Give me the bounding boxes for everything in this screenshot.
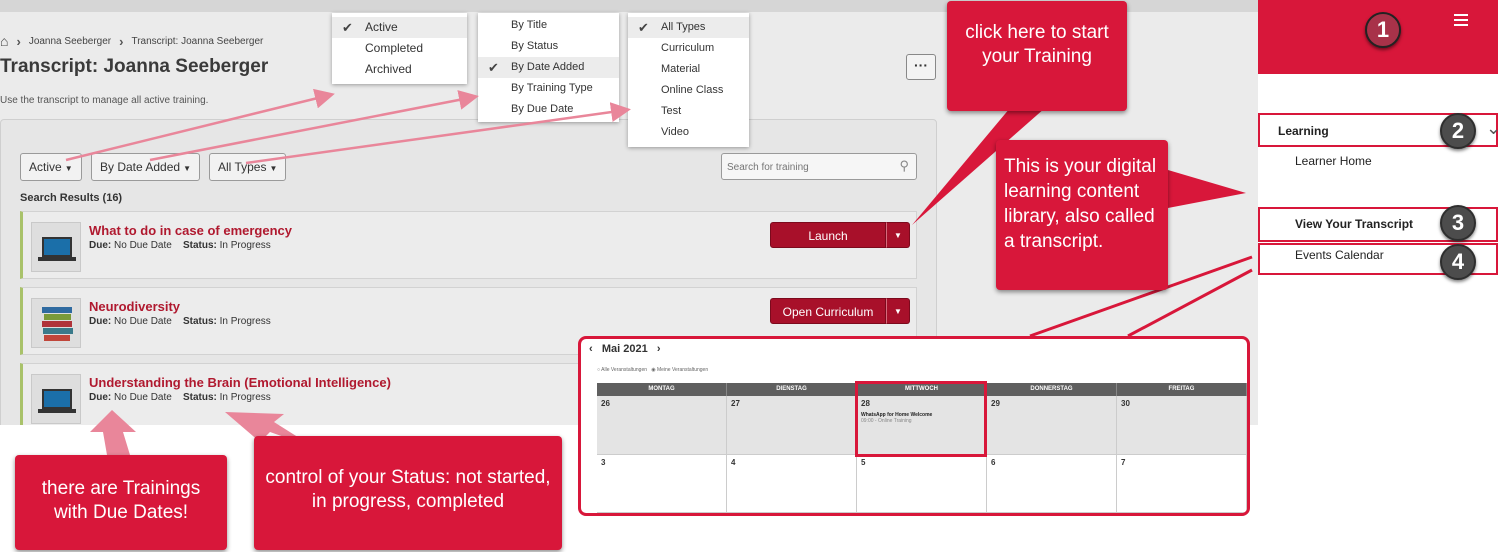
check-icon: ✔ (488, 60, 499, 75)
calendar-month: Mai 2021 (601, 343, 648, 355)
type-filter-button[interactable]: All Types ▼ (209, 153, 287, 181)
weekday-header: MONTAG (597, 383, 727, 396)
launch-group: Open Curriculum ▼ (770, 298, 910, 324)
breadcrumb-separator-icon: › (16, 33, 21, 49)
step-badge-2: 2 (1440, 113, 1476, 149)
sort-dropdown-menu: By Title By Status ✔ By Date Added By Tra… (478, 13, 619, 122)
laptop-icon (42, 237, 72, 257)
calendar-day[interactable]: 27 (727, 396, 857, 455)
menu-item-by-due-date[interactable]: By Due Date (478, 99, 619, 120)
events-calendar-preview: ‹ Mai 2021 › ○ Alle Veranstaltungen ◉ Me… (578, 336, 1250, 516)
menu-item-by-date-added[interactable]: ✔ By Date Added (478, 57, 619, 78)
menu-item-material[interactable]: Material (628, 59, 749, 80)
menu-item-video[interactable]: Video (628, 122, 749, 143)
page-description: Use the transcript to manage all active … (0, 95, 209, 106)
prev-month-icon[interactable]: ‹ (589, 343, 593, 355)
calendar-day[interactable]: 5 (857, 455, 987, 513)
weekday-header: DIENSTAG (727, 383, 857, 396)
training-thumbnail (31, 374, 81, 424)
calendar-filter: ○ Alle Veranstaltungen ◉ Meine Veranstal… (597, 367, 708, 373)
training-meta: Due: No Due Date Status: In Progress (89, 240, 271, 251)
menu-item-by-title[interactable]: By Title (478, 15, 619, 36)
training-meta: Due: No Due Date Status: In Progress (89, 316, 271, 327)
menu-item-events-calendar[interactable]: Events Calendar (1295, 248, 1384, 262)
launch-options-icon[interactable]: ▼ (886, 298, 910, 324)
menu-item-all-types[interactable]: ✔ All Types (628, 17, 749, 38)
step-badge-4: 4 (1440, 244, 1476, 280)
breadcrumb-user[interactable]: Joanna Seeberger (29, 36, 111, 47)
calendar-day[interactable]: 4 (727, 455, 857, 513)
laptop-icon (42, 389, 72, 409)
sort-filter-button[interactable]: By Date Added ▼ (91, 153, 200, 181)
navigation-menu: 1 Learning ⌄ 2 Learner Home View Your Tr… (1258, 0, 1498, 552)
check-icon: ✔ (638, 20, 649, 35)
highlight-event-day (855, 381, 987, 457)
callout-launch: click here to start your Training (947, 1, 1127, 111)
search-box: ⚲ (721, 153, 917, 181)
menu-item-active[interactable]: ✔ Active (332, 17, 467, 38)
menu-item-completed[interactable]: Completed (332, 38, 467, 59)
menu-item-test[interactable]: Test (628, 101, 749, 122)
search-icon[interactable]: ⚲ (899, 158, 909, 174)
page-title: Transcript: Joanna Seeberger (0, 56, 269, 77)
launch-group: Launch ▼ (770, 222, 910, 248)
menu-item-by-status[interactable]: By Status (478, 36, 619, 57)
laptop-base (38, 257, 76, 261)
calendar-day[interactable]: 30 (1117, 396, 1247, 455)
training-thumbnail (31, 222, 81, 272)
calendar-day[interactable]: 3 (597, 455, 727, 513)
caret-down-icon: ▼ (183, 164, 191, 173)
status-filter-label: Active (29, 160, 62, 174)
step-badge-3: 3 (1440, 205, 1476, 241)
menu-item-view-transcript[interactable]: View Your Transcript (1295, 217, 1413, 231)
check-icon: ✔ (342, 20, 353, 35)
hamburger-icon[interactable] (1454, 14, 1468, 29)
menu-item-learner-home[interactable]: Learner Home (1295, 154, 1372, 168)
launch-button[interactable]: Launch (770, 222, 886, 248)
status-filter-button[interactable]: Active ▼ (20, 153, 82, 181)
launch-options-icon[interactable]: ▼ (886, 222, 910, 248)
calendar-day[interactable]: 29 (987, 396, 1117, 455)
search-input[interactable] (722, 154, 889, 181)
calendar-header: ‹ Mai 2021 › (589, 343, 661, 355)
home-icon[interactable]: ⌂ (0, 33, 8, 49)
training-title[interactable]: Neurodiversity (89, 299, 180, 314)
menu-item-curriculum[interactable]: Curriculum (628, 38, 749, 59)
more-options-button[interactable]: ··· (906, 54, 936, 80)
breadcrumb-current: Transcript: Joanna Seeberger (131, 35, 264, 47)
step-badge-1: 1 (1365, 12, 1401, 48)
training-title[interactable]: Understanding the Brain (Emotional Intel… (89, 375, 391, 390)
menu-item-archived[interactable]: Archived (332, 59, 467, 80)
open-curriculum-button[interactable]: Open Curriculum (770, 298, 886, 324)
menu-item-online-class[interactable]: Online Class (628, 80, 749, 101)
calendar-day[interactable]: 6 (987, 455, 1117, 513)
sort-filter-label: By Date Added (100, 160, 181, 174)
results-count: Search Results (16) (20, 192, 123, 204)
calendar-day[interactable]: 26 (597, 396, 727, 455)
training-thumbnail (31, 298, 81, 348)
type-dropdown-menu: ✔ All Types Curriculum Material Online Cl… (628, 13, 749, 147)
breadcrumb: ⌂ › Joanna Seeberger › Transcript: Joann… (0, 33, 263, 49)
menu-item-by-training-type[interactable]: By Training Type (478, 78, 619, 99)
callout-due-dates: there are Trainings with Due Dates! (15, 455, 227, 550)
menu-item-learning[interactable]: Learning (1278, 124, 1329, 138)
training-meta: Due: No Due Date Status: In Progress (89, 392, 271, 403)
callout-status: control of your Status: not started, in … (254, 436, 562, 550)
caret-down-icon: ▼ (64, 164, 73, 173)
weekday-header: FREITAG (1117, 383, 1247, 396)
status-dropdown-menu: ✔ Active Completed Archived (332, 13, 467, 84)
radio-my-events[interactable]: ◉ Meine Veranstaltungen (651, 367, 708, 373)
calendar-day[interactable]: 7 (1117, 455, 1247, 513)
breadcrumb-separator-icon: › (119, 33, 124, 49)
weekday-header: DONNERSTAG (987, 383, 1117, 396)
callout-library: This is your digital learning content li… (996, 140, 1168, 290)
radio-all-events[interactable]: ○ Alle Veranstaltungen (597, 367, 647, 373)
laptop-base (38, 409, 76, 413)
next-month-icon[interactable]: › (657, 343, 661, 355)
chevron-down-icon[interactable]: ⌄ (1486, 118, 1498, 139)
training-title[interactable]: What to do in case of emergency (89, 223, 292, 238)
type-filter-label: All Types (218, 160, 267, 174)
training-card: What to do in case of emergency Due: No … (20, 211, 917, 279)
caret-down-icon: ▼ (269, 164, 278, 173)
